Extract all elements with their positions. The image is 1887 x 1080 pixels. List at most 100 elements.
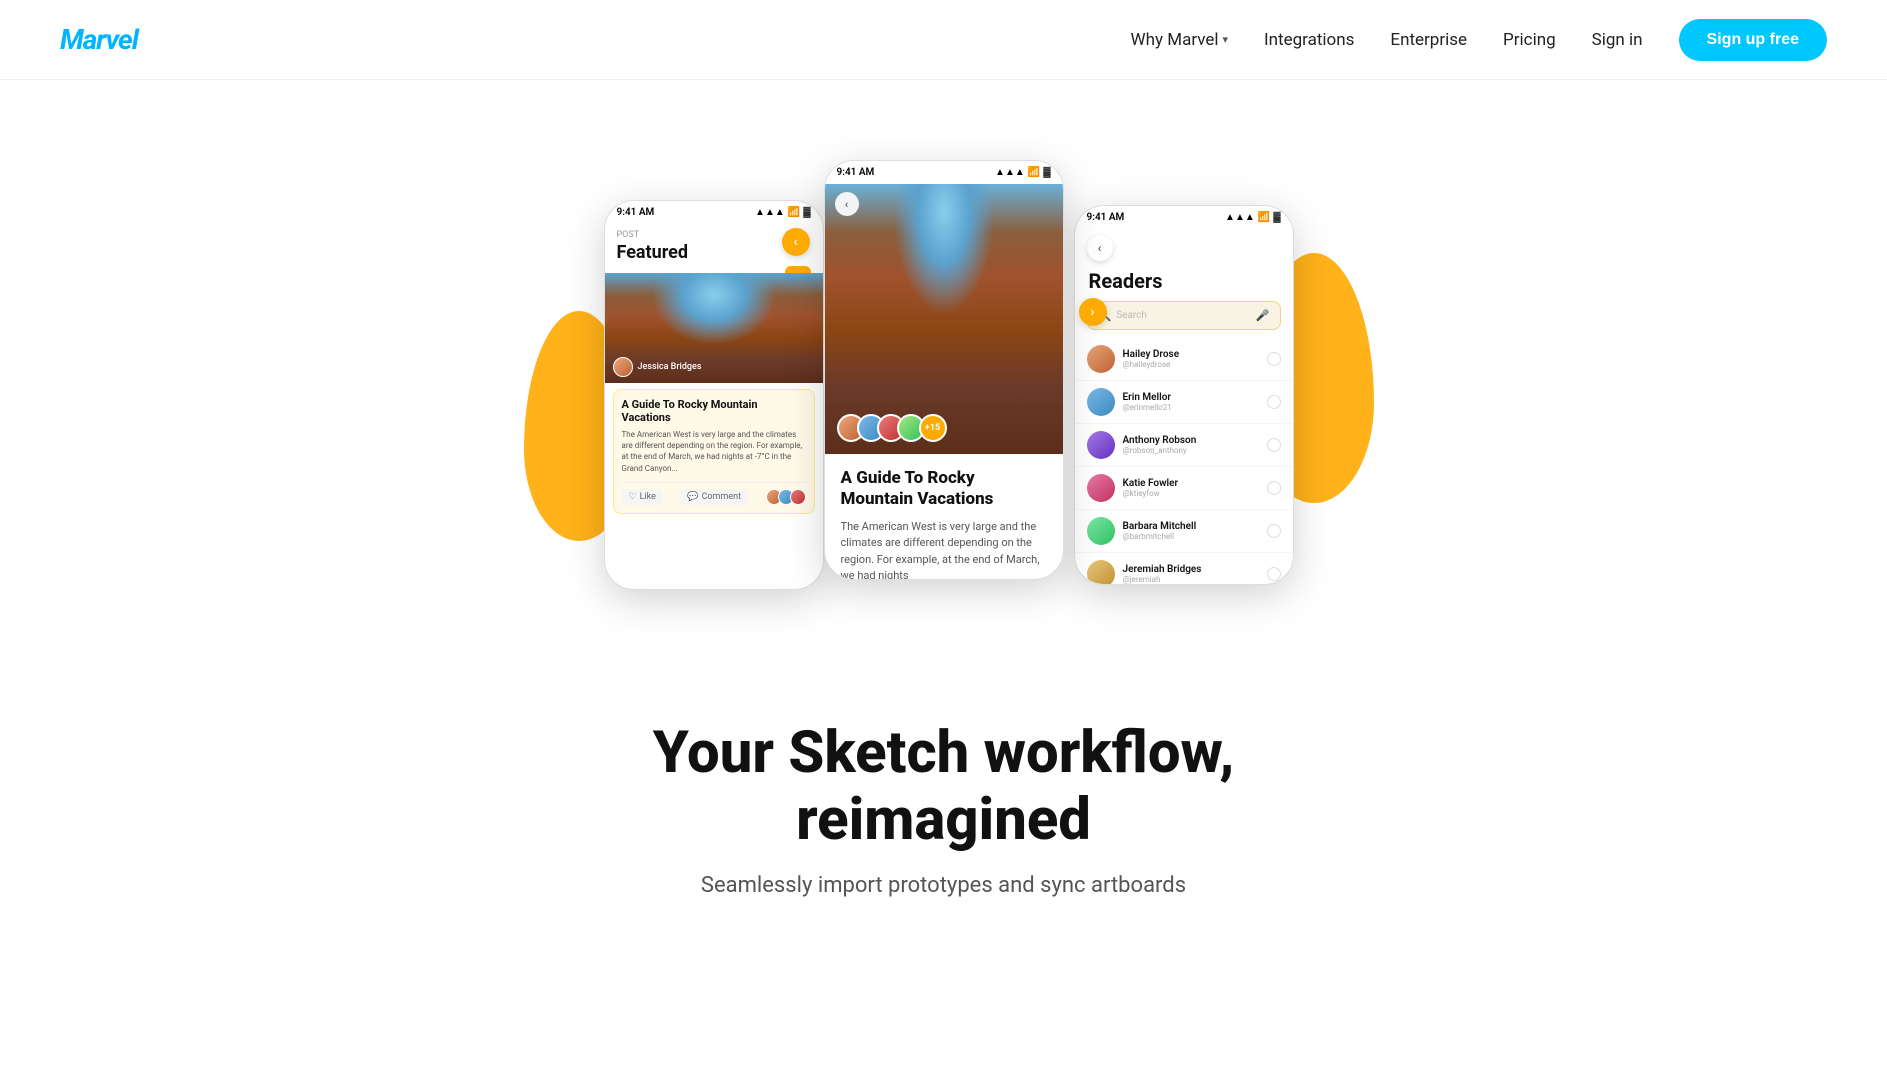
reader-name-1: Hailey Drose [1123, 349, 1259, 360]
article-title-left: A Guide To Rocky Mountain Vacations [622, 398, 806, 424]
readers-title: Readers [1075, 267, 1293, 301]
article-text-left: The American West is very large and the … [622, 429, 806, 474]
hero-headline: Your Sketch workflow, reimagined [20, 720, 1867, 853]
battery-icon: ▓ [803, 207, 810, 218]
comment-button[interactable]: 💬 Comment [680, 489, 748, 505]
search-placeholder: Search [1116, 310, 1147, 321]
comment-label: Comment [702, 492, 741, 502]
readers-search[interactable]: 🔍 Search 🎤 [1087, 301, 1281, 330]
reader-item-4: Katie Fowler @ktieyfow [1075, 467, 1293, 510]
wifi-icon-c: 📶 [1028, 167, 1040, 178]
reader-item-6: Jeremiah Bridges @jeremiah [1075, 553, 1293, 585]
reader-name-6: Jeremiah Bridges [1123, 564, 1259, 575]
viewer-avatar-3 [790, 489, 806, 505]
viewer-avatars [766, 489, 806, 505]
center-article-text: The American West is very large and the … [841, 519, 1047, 581]
reader-handle-4: @ktieyfow [1123, 489, 1259, 498]
avatar-row: +15 [837, 414, 947, 442]
statusbar-icons-center: ▲▲▲ 📶 ▓ [995, 167, 1050, 178]
readers-list: Hailey Drose @haileydrose Erin Mellor @e… [1075, 338, 1293, 585]
reader-handle-1: @haileydrose [1123, 360, 1259, 369]
comment-icon: 💬 [687, 492, 698, 502]
wifi-icon-r: 📶 [1258, 212, 1270, 223]
statusbar-icons-right: ▲▲▲ 📶 ▓ [1225, 212, 1280, 223]
reader-handle-5: @barbmitchell [1123, 532, 1259, 541]
text-section: Your Sketch workflow, reimagined Seamles… [0, 660, 1887, 938]
nav-enterprise[interactable]: Enterprise [1390, 30, 1467, 50]
logo[interactable]: Marvel [60, 23, 138, 56]
statusbar-time-center: 9:41 AM [837, 167, 875, 178]
reader-check-5[interactable] [1267, 524, 1281, 538]
reader-info-6: Jeremiah Bridges @jeremiah [1123, 564, 1259, 584]
reader-item-1: Hailey Drose @haileydrose [1075, 338, 1293, 381]
reader-info-1: Hailey Drose @haileydrose [1123, 349, 1259, 369]
reader-avatar-4 [1087, 474, 1115, 502]
chevron-down-icon: ▾ [1223, 33, 1229, 46]
signal-icon-r: ▲▲▲ [1225, 212, 1255, 223]
wifi-icon: 📶 [788, 207, 800, 218]
signup-button[interactable]: Sign up free [1679, 19, 1827, 61]
battery-icon-r: ▓ [1273, 212, 1280, 223]
center-image-container: ‹ +15 [825, 184, 1063, 454]
reader-avatar-2 [1087, 388, 1115, 416]
phone-right-statusbar: 9:41 AM ▲▲▲ 📶 ▓ [1075, 206, 1293, 229]
reader-handle-2: @erinmello21 [1123, 403, 1259, 412]
phone-right: 9:41 AM ▲▲▲ 📶 ▓ ‹ Readers 🔍 Search 🎤 Hai… [1074, 205, 1294, 585]
reader-check-1[interactable] [1267, 352, 1281, 366]
center-back-button[interactable]: ‹ [835, 192, 859, 216]
main-nav: Why Marvel ▾ Integrations Enterprise Pri… [1131, 19, 1827, 61]
reader-handle-3: @robson_anthony [1123, 446, 1259, 455]
phone-center: 9:41 AM ▲▲▲ 📶 ▓ ‹ +15 [824, 160, 1064, 580]
article-card-left: A Guide To Rocky Mountain Vacations The … [613, 389, 815, 514]
reader-avatar-3 [1087, 431, 1115, 459]
battery-icon-c: ▓ [1043, 167, 1050, 178]
reader-avatar-1 [1087, 345, 1115, 373]
article-actions-left: ♡ Like 💬 Comment [622, 482, 806, 505]
center-article-title: A Guide To Rocky Mountain Vacations [841, 468, 1047, 511]
nav-pricing[interactable]: Pricing [1503, 30, 1556, 50]
signal-icon-c: ▲▲▲ [995, 167, 1025, 178]
statusbar-time-left: 9:41 AM [617, 207, 655, 218]
reader-avatar-6 [1087, 560, 1115, 585]
header: Marvel Why Marvel ▾ Integrations Enterpr… [0, 0, 1887, 80]
author-avatar-left [613, 357, 633, 377]
reader-info-2: Erin Mellor @erinmello21 [1123, 392, 1259, 412]
phone-center-statusbar: 9:41 AM ▲▲▲ 📶 ▓ [825, 161, 1063, 184]
nav-arrow-left[interactable]: ‹ [782, 228, 810, 256]
reader-info-3: Anthony Robson @robson_anthony [1123, 435, 1259, 455]
reader-name-2: Erin Mellor [1123, 392, 1259, 403]
reader-name-5: Barbara Mitchell [1123, 521, 1259, 532]
author-name-left: Jessica Bridges [638, 362, 702, 372]
reader-item-5: Barbara Mitchell @barbmitchell [1075, 510, 1293, 553]
phone-left-statusbar: 9:41 AM ▲▲▲ 📶 ▓ [605, 201, 823, 224]
nav-sign-in[interactable]: Sign in [1592, 30, 1643, 50]
statusbar-time-right: 9:41 AM [1087, 212, 1125, 223]
reader-check-6[interactable] [1267, 567, 1281, 581]
phone-left: 9:41 AM ▲▲▲ 📶 ▓ POST Featured [604, 200, 824, 590]
reader-check-2[interactable] [1267, 395, 1281, 409]
author-info-left: Jessica Bridges [613, 357, 702, 377]
like-label: Like [640, 492, 656, 502]
nav-why-marvel[interactable]: Why Marvel ▾ [1131, 30, 1229, 50]
reader-check-4[interactable] [1267, 481, 1281, 495]
reader-name-3: Anthony Robson [1123, 435, 1259, 446]
headline-line1: Your Sketch workflow, [653, 719, 1235, 787]
heart-icon: ♡ [629, 492, 637, 502]
phones-container: 9:41 AM ▲▲▲ 📶 ▓ POST Featured [544, 120, 1344, 640]
nav-integrations[interactable]: Integrations [1264, 30, 1354, 50]
signal-icon: ▲▲▲ [755, 207, 785, 218]
statusbar-icons-left: ▲▲▲ 📶 ▓ [755, 207, 810, 218]
right-back-button[interactable]: ‹ [1087, 235, 1113, 261]
nav-arrow-right[interactable]: › [1079, 298, 1107, 326]
reader-name-4: Katie Fowler [1123, 478, 1259, 489]
phone-left-content: POST Featured Jessica Bridges [605, 224, 823, 514]
mic-icon: 🎤 [1256, 309, 1270, 322]
center-article: A Guide To Rocky Mountain Vacations The … [825, 454, 1063, 580]
headline-line2: reimagined [796, 786, 1091, 854]
reader-handle-6: @jeremiah [1123, 575, 1259, 584]
reader-item-2: Erin Mellor @erinmello21 [1075, 381, 1293, 424]
hero-subtext: Seamlessly import prototypes and sync ar… [20, 873, 1867, 898]
hero-section: 9:41 AM ▲▲▲ 📶 ▓ POST Featured [0, 80, 1887, 660]
like-button[interactable]: ♡ Like [622, 489, 663, 505]
reader-check-3[interactable] [1267, 438, 1281, 452]
